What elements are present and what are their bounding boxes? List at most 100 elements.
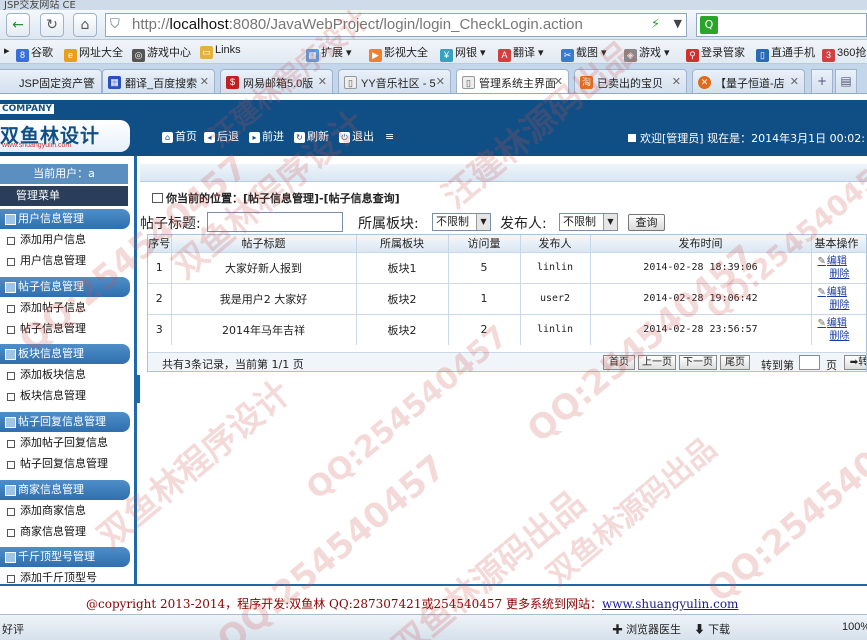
menu-add-merchant[interactable]: 添加商家信息: [0, 501, 130, 521]
download-button[interactable]: ⬇ 下载: [694, 621, 730, 637]
menu-add-reply[interactable]: 添加帖子回复信息: [0, 433, 130, 453]
lightning-icon[interactable]: ⚡: [651, 17, 660, 32]
main-content: 你当前的位置：[帖子信息管理]-[帖子信息查询] 帖子标题: 所属板块: 不限制…: [140, 156, 867, 584]
edit-link[interactable]: 编辑: [818, 286, 867, 299]
close-icon[interactable]: ✕: [436, 75, 445, 88]
fav-games[interactable]: ◈ 游戏 ▾: [624, 44, 670, 62]
menu-add-post[interactable]: 添加帖子信息: [0, 298, 130, 318]
page-footer: @copyright 2013-2014，程序开发:双鱼林 QQ:2873074…: [0, 584, 867, 614]
fav-phone[interactable]: ▯ 直通手机: [756, 44, 815, 62]
title-filter-input[interactable]: [207, 212, 343, 232]
page-icon: ▯: [462, 76, 475, 89]
tab-sold-items[interactable]: 淘已卖出的宝贝 ✕: [574, 69, 687, 93]
edit-link[interactable]: 编辑: [818, 255, 867, 268]
post-table: 序号 帖子标题 所属板块 访问量 发布人 发布时间 基本操作 1 大家好新人报到…: [147, 234, 867, 372]
menu-manage-post[interactable]: 帖子信息管理: [0, 319, 130, 339]
cell-visits: 1: [448, 282, 521, 314]
fav-extensions[interactable]: ▦ 扩展 ▾: [306, 44, 352, 62]
fav-screenshot[interactable]: ✂ 截图 ▾: [561, 44, 607, 62]
close-icon[interactable]: ✕: [790, 75, 799, 88]
tab-yy-music[interactable]: ▯ YY音乐社区 - 5 ✕: [338, 69, 451, 93]
fav-game-center[interactable]: ◎ 游戏中心: [132, 44, 191, 62]
logout-button[interactable]: ⏻ 退出: [339, 129, 374, 145]
group-reply-info[interactable]: 帖子回复信息管理: [0, 412, 130, 432]
close-icon[interactable]: ✕: [672, 75, 681, 88]
menu-manage-board[interactable]: 板块信息管理: [0, 386, 130, 406]
refresh-button[interactable]: ↻ 刷新: [294, 129, 329, 145]
window-icon: [152, 193, 163, 203]
mail-icon: $: [226, 76, 239, 89]
address-bar[interactable]: ⛉ http://localhost:8080/JavaWebProject/l…: [105, 13, 687, 37]
close-icon[interactable]: ✕: [87, 75, 96, 88]
home-button[interactable]: ⌂ 首页: [162, 129, 197, 145]
tab-bar: JSP固定资产管 ✕ ▦ 翻译_百度搜索 ✕ $ 网易邮箱5.0版 ✕ ▯ YY音乐社区 -…: [0, 64, 867, 94]
refresh-icon[interactable]: ↻: [40, 13, 64, 37]
back-button[interactable]: ◂ 后退: [204, 129, 239, 145]
group-board-info[interactable]: 板块信息管理: [0, 344, 130, 364]
back-arrow-icon[interactable]: ←: [6, 13, 30, 37]
fav-bank[interactable]: ¥ 网银 ▾: [440, 44, 486, 62]
query-button[interactable]: 查询: [628, 214, 665, 231]
fav-login-manager[interactable]: ⚲ 登录管家: [686, 44, 745, 62]
group-post-info[interactable]: 帖子信息管理: [0, 277, 130, 297]
fav-video[interactable]: ▶ 影视大全: [369, 44, 428, 62]
menu-add-jack-model[interactable]: 添加千斤顶型号: [0, 568, 130, 584]
record-count: 共有3条记录，当前第 1/1 页: [162, 358, 304, 371]
home-icon[interactable]: ⌂: [73, 13, 97, 37]
fav-360[interactable]: 3 360抢: [822, 44, 866, 62]
zoom-level[interactable]: 100%: [842, 621, 867, 633]
fav-url-guide[interactable]: e 网址大全: [64, 44, 123, 62]
board-filter-select[interactable]: 不限制 ▼: [432, 213, 491, 231]
chevron-down-icon[interactable]: ▼: [674, 17, 682, 30]
tab-jsp-assets[interactable]: JSP固定资产管 ✕: [0, 69, 102, 93]
publisher-filter-select[interactable]: 不限制 ▼: [559, 213, 618, 231]
menu-icon[interactable]: ≡: [385, 129, 394, 145]
delete-link[interactable]: 删除: [818, 299, 867, 312]
forward-button[interactable]: ▸ 前进: [249, 129, 284, 145]
close-icon[interactable]: ✕: [200, 75, 209, 88]
fav-translate[interactable]: A 翻译 ▾: [498, 44, 544, 62]
tab-baidu-translate[interactable]: ▦ 翻译_百度搜索 ✕: [102, 69, 215, 93]
fav-arrow-icon[interactable]: ▸: [4, 44, 10, 57]
next-page-button[interactable]: 下一页: [679, 355, 717, 370]
group-jack-model[interactable]: 千斤顶型号管理: [0, 547, 130, 567]
table-row: 2 我是用户2 大家好 板块2 1 user2 2014-02-28 19:06…: [148, 282, 867, 314]
search-box[interactable]: Q: [696, 13, 867, 37]
close-icon[interactable]: ✕: [554, 75, 563, 88]
chevron-down-icon[interactable]: ▼: [476, 214, 490, 230]
tab-163-mail[interactable]: $ 网易邮箱5.0版 ✕: [220, 69, 333, 93]
tab-list-icon[interactable]: ▤: [835, 69, 857, 93]
cell-no: 3: [148, 313, 172, 345]
chevron-down-icon[interactable]: ▼: [603, 214, 617, 230]
quantum-icon: ✕: [698, 76, 711, 89]
cell-visits: 5: [448, 251, 521, 283]
menu-manage-user[interactable]: 用户信息管理: [0, 251, 130, 271]
fav-google[interactable]: 8 谷歌: [16, 44, 53, 62]
group-user-info[interactable]: 用户信息管理: [0, 209, 130, 229]
browser-statusbar: 好评 ✚ 浏览器医生 ⬇ 下载 100%: [0, 614, 867, 640]
tab-quantum[interactable]: ✕ 【量子恒道-店 ✕: [692, 69, 805, 93]
table-row: 1 大家好新人报到 板块1 5 linlin 2014-02-28 18:39:…: [148, 251, 867, 283]
site-link[interactable]: www.shuangyulin.com: [602, 597, 738, 611]
new-tab-plus-icon[interactable]: +: [811, 69, 833, 93]
fav-links[interactable]: ▭ Links: [200, 44, 241, 59]
goto-page-input[interactable]: [799, 355, 820, 370]
tab-admin-main[interactable]: ▯ 管理系统主界面 ✕: [456, 69, 569, 93]
search-engine-icon[interactable]: Q: [700, 16, 718, 34]
delete-link[interactable]: 删除: [818, 330, 867, 343]
last-page-button[interactable]: 尾页: [720, 355, 750, 370]
menu-manage-merchant[interactable]: 商家信息管理: [0, 522, 130, 542]
menu-add-user[interactable]: 添加用户信息: [0, 230, 130, 250]
page-unit-label: 页: [826, 359, 837, 372]
goto-button[interactable]: ➡转: [844, 355, 866, 370]
arrow-right-icon: ▸: [249, 132, 260, 143]
delete-link[interactable]: 删除: [818, 268, 867, 281]
browser-doctor[interactable]: ✚ 浏览器医生: [612, 621, 681, 637]
group-merchant-info[interactable]: 商家信息管理: [0, 480, 130, 500]
close-icon[interactable]: ✕: [318, 75, 327, 88]
prev-page-button[interactable]: 上一页: [638, 355, 676, 370]
first-page-button[interactable]: 首页: [603, 355, 635, 370]
edit-link[interactable]: 编辑: [818, 317, 867, 330]
menu-add-board[interactable]: 添加板块信息: [0, 365, 130, 385]
menu-manage-reply[interactable]: 帖子回复信息管理: [0, 454, 130, 474]
